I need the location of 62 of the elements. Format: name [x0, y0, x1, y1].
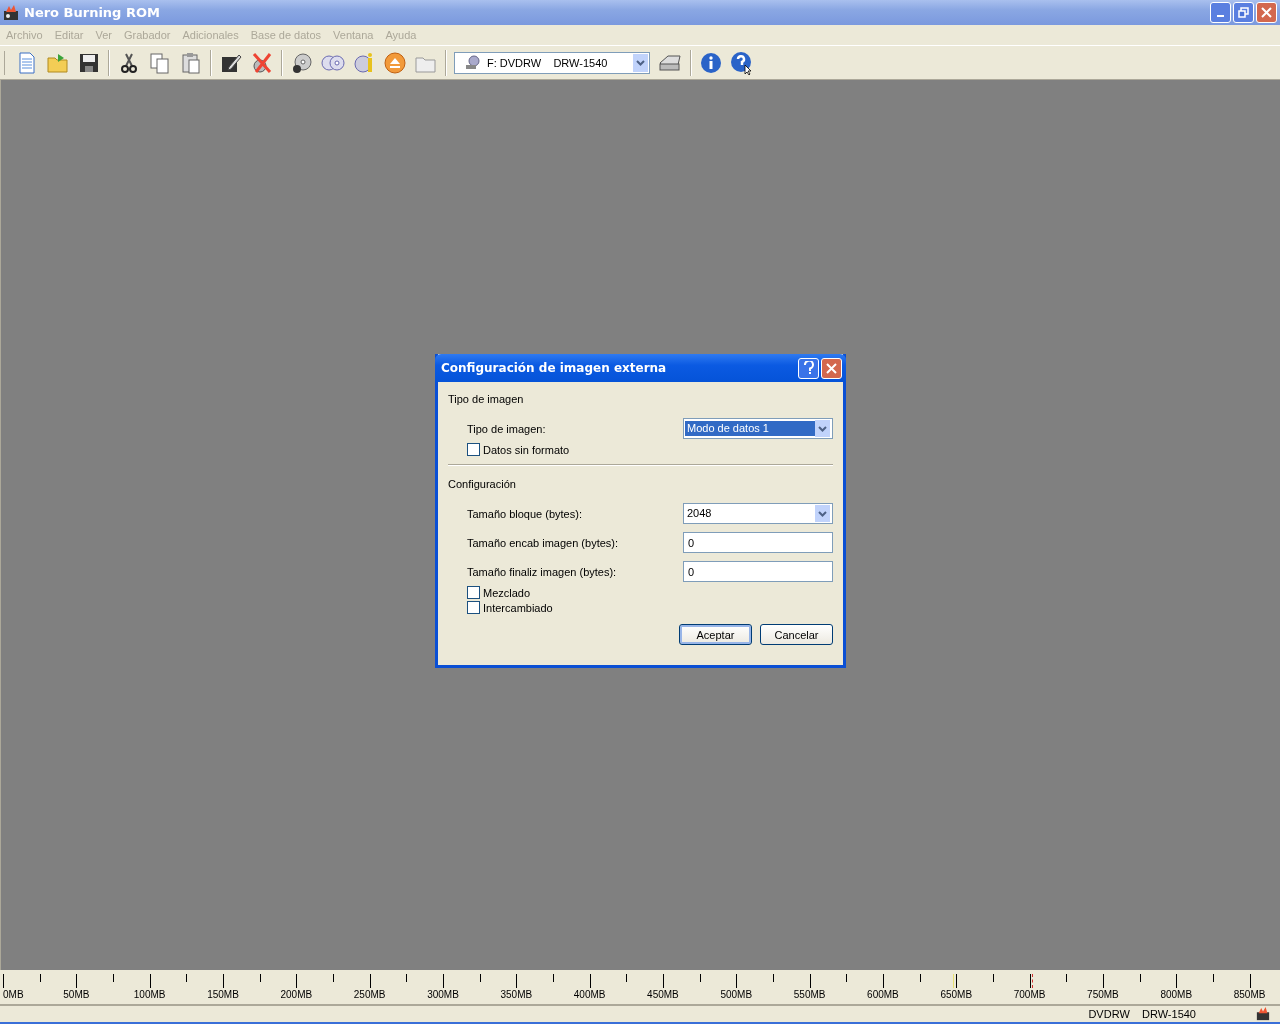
ruler-label: 450MB	[647, 989, 679, 1000]
dropdown[interactable]: 2048	[683, 503, 833, 524]
section-heading: Tipo de imagen	[448, 392, 525, 407]
field-label: Tamaño encab imagen (bytes):	[467, 536, 619, 549]
close-icon	[1261, 7, 1272, 18]
ruler-label: 650MB	[940, 989, 973, 1000]
checkbox-label: Datos sin formato	[483, 443, 570, 456]
eject-icon[interactable]	[383, 50, 407, 75]
input-field[interactable]: 0	[683, 532, 833, 553]
disc-drive-icon[interactable]	[290, 50, 314, 75]
ruler-label: 200MB	[280, 989, 313, 1000]
close-button[interactable]	[1256, 2, 1277, 23]
ruler-label: 300MB	[427, 989, 459, 1000]
restore-icon	[1238, 7, 1249, 18]
status-drive: DVDRW DRW-1540	[1088, 1008, 1196, 1020]
ruler-label: 800MB	[1160, 989, 1193, 1000]
help-icon[interactable]	[730, 50, 754, 75]
restore-button[interactable]	[1233, 2, 1254, 23]
dropdown[interactable]: Modo de datos 1	[683, 418, 833, 439]
help-button[interactable]	[798, 357, 819, 379]
ruler-label: 400MB	[573, 989, 606, 1000]
drive-dropdown[interactable]: F: DVDRW DRW-1540	[454, 51, 650, 74]
ruler-label: 250MB	[353, 989, 386, 1000]
chevron-down-icon	[818, 510, 827, 517]
window-title: Nero Burning ROM	[24, 5, 161, 20]
copy-icon[interactable]	[148, 50, 172, 75]
paste-icon[interactable]	[179, 50, 203, 75]
cancel-button[interactable]: Cancelar	[760, 624, 833, 645]
drive-icon	[465, 54, 481, 71]
info-icon[interactable]	[699, 50, 723, 75]
capacity-marker	[1032, 974, 1033, 988]
ruler-label: 0MB	[3, 989, 24, 1000]
minimize-icon	[1217, 15, 1224, 17]
field-label: Tamaño bloque (bytes):	[467, 507, 582, 520]
checkbox-label: Intercambiado	[483, 601, 553, 614]
chevron-down-icon	[636, 59, 645, 66]
ruler-label: 500MB	[720, 989, 753, 1000]
field-label: Tipo de imagen:	[467, 422, 546, 435]
ruler-label: 600MB	[867, 989, 899, 1000]
ruler-label: 750MB	[1087, 989, 1119, 1000]
chevron-down-icon	[818, 425, 827, 432]
ruler-label: 700MB	[1013, 989, 1046, 1000]
ok-button[interactable]: Aceptar	[679, 624, 752, 645]
section-heading: Configuración	[448, 477, 517, 492]
checkbox[interactable]	[467, 443, 480, 456]
minimize-button[interactable]	[1210, 2, 1231, 23]
dialog-title: Configuración de imagen externa	[441, 361, 668, 375]
ruler-label: 100MB	[133, 989, 166, 1000]
ruler-label: 150MB	[207, 989, 239, 1000]
ruler-label: 350MB	[500, 989, 533, 1000]
field-label: Tamaño finaliz imagen (bytes):	[467, 565, 617, 578]
checkbox[interactable]	[467, 601, 480, 614]
close-icon	[826, 362, 837, 374]
capacity-marker	[953, 974, 954, 988]
checkbox-label: Mezclado	[483, 586, 531, 599]
ruler-label: 50MB	[63, 989, 90, 1000]
ruler-label: 850MB	[1233, 989, 1266, 1000]
help-icon	[802, 361, 815, 375]
ruler-label: 550MB	[793, 989, 826, 1000]
close-button[interactable]	[821, 357, 842, 379]
checkbox[interactable]	[467, 586, 480, 599]
input-field[interactable]: 0	[683, 561, 833, 582]
